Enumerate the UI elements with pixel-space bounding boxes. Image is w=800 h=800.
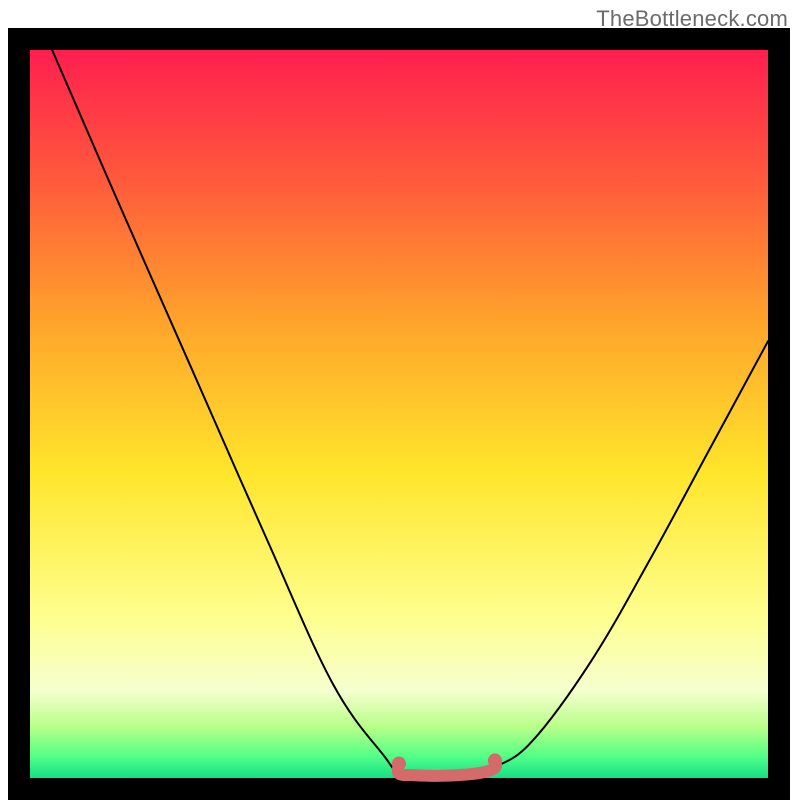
accent-dot-left (392, 756, 406, 770)
chart-container: TheBottleneck.com (0, 0, 800, 800)
curve-layer (30, 50, 768, 778)
plot-area (30, 50, 768, 778)
bottom-accent (398, 761, 496, 776)
watermark-text: TheBottleneck.com (596, 6, 788, 32)
bottleneck-curve (52, 50, 768, 777)
accent-dot-right (488, 754, 502, 768)
